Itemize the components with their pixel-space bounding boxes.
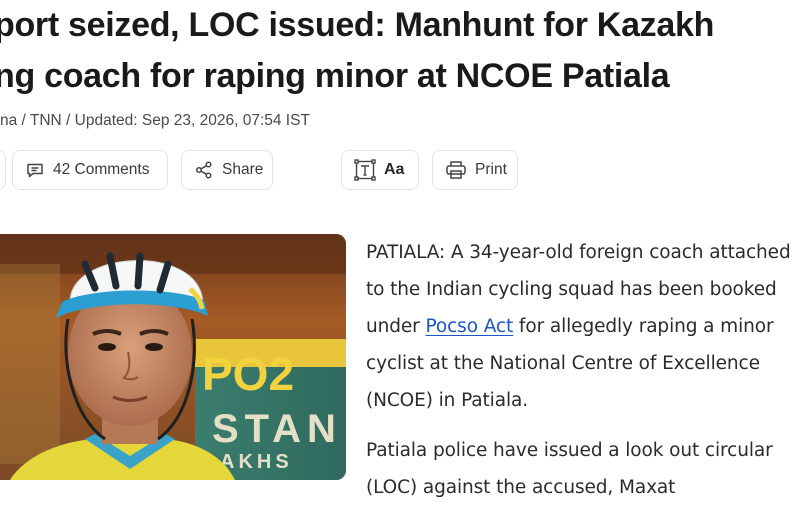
cyclist-portrait-image: PO2 STAN AKHS <box>0 234 346 480</box>
printer-icon <box>445 160 467 180</box>
print-button[interactable]: Print <box>432 150 518 190</box>
article-paragraph-2: Patiala police have issued a look out ci… <box>366 440 773 498</box>
share-button[interactable]: Share <box>181 150 273 190</box>
article-body: PATIALA: A 34-year-old foreign coach att… <box>366 234 800 519</box>
text-size-button[interactable]: Aa <box>341 150 419 190</box>
comment-icon <box>25 160 45 180</box>
toolbar-edge-button[interactable] <box>0 150 6 190</box>
article-photo[interactable]: PO2 STAN AKHS <box>0 234 346 480</box>
text-size-label: Aa <box>384 161 405 178</box>
headline-line-1: port seized, LOC issued: Manhunt for Kaz… <box>0 6 715 44</box>
text-size-icon <box>354 159 376 181</box>
article-byline: na / TNN / Updated: Sep 23, 2026, 07:54 … <box>0 112 310 129</box>
share-label: Share <box>222 161 264 178</box>
comments-label: 42 Comments <box>53 161 150 178</box>
sign-text-bottom: AKHS <box>220 451 293 473</box>
article-toolbar: 42 Comments Share Aa Print <box>0 150 800 194</box>
article-paragraph-1: PATIALA: A 34-year-old foreign coach att… <box>366 234 800 419</box>
print-label: Print <box>475 161 507 178</box>
sign-text-mid: STAN <box>212 407 342 451</box>
pocso-act-link[interactable]: Pocso Act <box>425 316 513 337</box>
comments-button[interactable]: 42 Comments <box>12 150 168 190</box>
sign-text-top: PO2 <box>202 348 294 400</box>
headline-line-2: ng coach for raping minor at NCOE Patial… <box>0 57 670 95</box>
article-headline: port seized, LOC issued: Manhunt for Kaz… <box>0 0 800 102</box>
share-icon <box>194 160 214 180</box>
